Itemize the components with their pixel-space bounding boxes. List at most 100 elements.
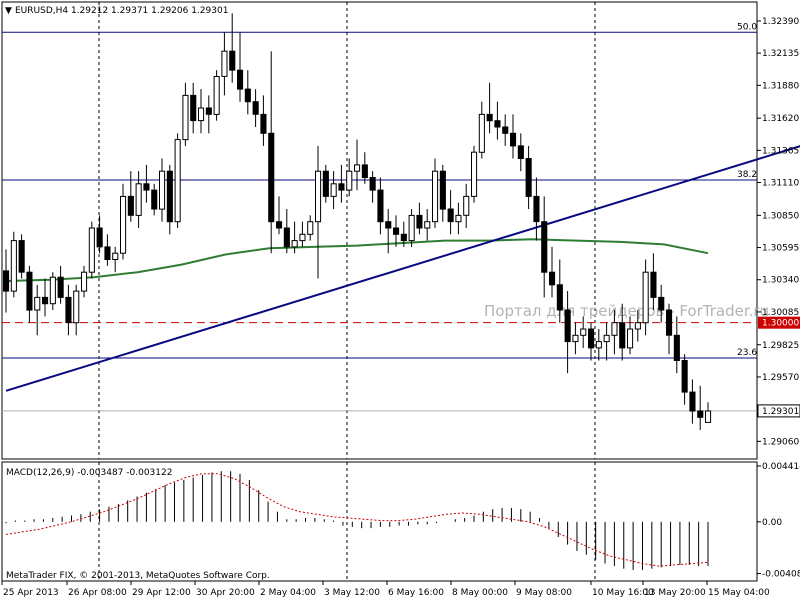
time-tick-label: 15 May 04:00 bbox=[708, 588, 770, 598]
time-tick-label: 29 Apr 12:00 bbox=[132, 588, 191, 598]
time-tick-label: 3 May 12:00 bbox=[324, 588, 380, 598]
candle-body bbox=[619, 322, 626, 349]
candle-body bbox=[104, 246, 111, 260]
time-tick-label: 8 May 00:00 bbox=[452, 588, 508, 598]
price-tick-label: 1.29825 bbox=[762, 341, 799, 351]
candle-body bbox=[338, 183, 345, 191]
candle-body bbox=[502, 126, 509, 134]
candle-body bbox=[533, 195, 540, 223]
candle-body bbox=[244, 88, 251, 103]
price-tick-label: 1.32135 bbox=[762, 49, 799, 59]
candle-body bbox=[88, 227, 95, 273]
macd-header: MACD(12,26,9) -0.003487 -0.003122 bbox=[6, 468, 172, 478]
candle-body bbox=[650, 271, 657, 298]
candle-body bbox=[541, 221, 548, 273]
watermark: Портал для трейдеров - ForTrader.ru bbox=[484, 302, 769, 320]
time-tick-label: 6 May 16:00 bbox=[388, 588, 444, 598]
candle-body bbox=[354, 164, 361, 172]
macd-tick-label: -0.004087 bbox=[762, 570, 800, 580]
candle-body bbox=[127, 195, 134, 216]
candle-body bbox=[65, 296, 72, 324]
candle-body bbox=[463, 195, 470, 216]
candle-body bbox=[658, 296, 665, 311]
time-tick-label: 30 Apr 20:00 bbox=[196, 588, 255, 598]
candle-body bbox=[42, 296, 49, 305]
candle-body bbox=[213, 76, 220, 115]
candle-body bbox=[588, 328, 595, 349]
candle-body bbox=[705, 410, 712, 423]
candle-body bbox=[252, 101, 259, 115]
candle-body bbox=[455, 214, 462, 223]
price-tick-label: 1.32390 bbox=[762, 17, 799, 27]
fibo-level-label: 38.2 bbox=[737, 170, 757, 180]
candle-body bbox=[634, 322, 641, 330]
candle-body bbox=[478, 113, 485, 153]
candle-body bbox=[291, 240, 298, 248]
candle-body bbox=[73, 290, 80, 324]
candle-body bbox=[642, 271, 649, 324]
time-tick-label: 2 May 04:00 bbox=[260, 588, 316, 598]
time-tick-label: 9 May 08:00 bbox=[516, 588, 572, 598]
price-tick-label: 1.30850 bbox=[762, 211, 799, 221]
candle-body bbox=[564, 309, 571, 343]
candle-body bbox=[174, 139, 181, 223]
candle-body bbox=[166, 170, 173, 223]
candle-body bbox=[322, 170, 329, 197]
candle-body bbox=[681, 360, 688, 393]
candle-body bbox=[580, 328, 587, 336]
candle-body bbox=[57, 276, 64, 298]
copyright-text: MetaTrader FIX, © 2001-2013, MetaQuotes … bbox=[6, 571, 270, 581]
candle-body bbox=[283, 227, 290, 248]
candle-body bbox=[112, 252, 119, 260]
candle-body bbox=[260, 113, 267, 134]
candle-body bbox=[549, 271, 556, 286]
price-tick-label: 1.30595 bbox=[762, 244, 799, 254]
candle-body bbox=[34, 296, 41, 311]
candle-body bbox=[315, 170, 322, 223]
price-tick-label: 1.31110 bbox=[762, 179, 799, 189]
level-price-badge-text: 1.30000 bbox=[762, 319, 799, 329]
price-tick-label: 1.30340 bbox=[762, 276, 799, 286]
candle-body bbox=[237, 69, 244, 90]
candle-body bbox=[151, 189, 158, 210]
candle-body bbox=[26, 271, 33, 311]
candle-body bbox=[400, 233, 407, 242]
candle-body bbox=[190, 94, 197, 122]
candle-body bbox=[135, 183, 142, 216]
candle-body bbox=[494, 120, 501, 128]
candle-body bbox=[299, 233, 306, 242]
price-tick-label: 1.31620 bbox=[762, 114, 799, 124]
candle-body bbox=[198, 107, 205, 122]
candle-body bbox=[330, 183, 337, 197]
candle-body bbox=[377, 189, 384, 223]
candle-body bbox=[3, 270, 10, 292]
candle-body bbox=[432, 170, 439, 223]
chart-background bbox=[0, 0, 800, 600]
candle-body bbox=[517, 145, 524, 159]
candle-body bbox=[393, 227, 400, 235]
price-tick-label: 1.30085 bbox=[762, 308, 799, 318]
candle-body bbox=[268, 132, 275, 223]
candle-body bbox=[10, 240, 17, 292]
candle-body bbox=[143, 183, 150, 191]
time-tick-label: 25 Apr 2013 bbox=[3, 588, 59, 598]
candle-body bbox=[424, 221, 431, 229]
candle-body bbox=[666, 309, 673, 336]
fibo-level-label: 23.6 bbox=[737, 348, 757, 358]
candle-body bbox=[18, 240, 25, 273]
candle-body bbox=[603, 334, 610, 343]
header-icon: ▼ bbox=[5, 6, 12, 16]
candle-body bbox=[486, 113, 493, 122]
candle-body bbox=[49, 276, 56, 305]
candle-body bbox=[697, 410, 704, 418]
symbol-header: EURUSD,H4 1.29212 1.29371 1.29206 1.2930… bbox=[15, 6, 228, 16]
candle-body bbox=[361, 164, 368, 178]
candle-body bbox=[673, 334, 680, 361]
price-tick-label: 1.29060 bbox=[762, 437, 799, 447]
candle-body bbox=[221, 50, 228, 77]
candle-body bbox=[595, 341, 602, 349]
candle-body bbox=[182, 94, 189, 141]
candle-body bbox=[439, 170, 446, 210]
candle-body bbox=[385, 221, 392, 229]
candle-body bbox=[96, 227, 103, 248]
